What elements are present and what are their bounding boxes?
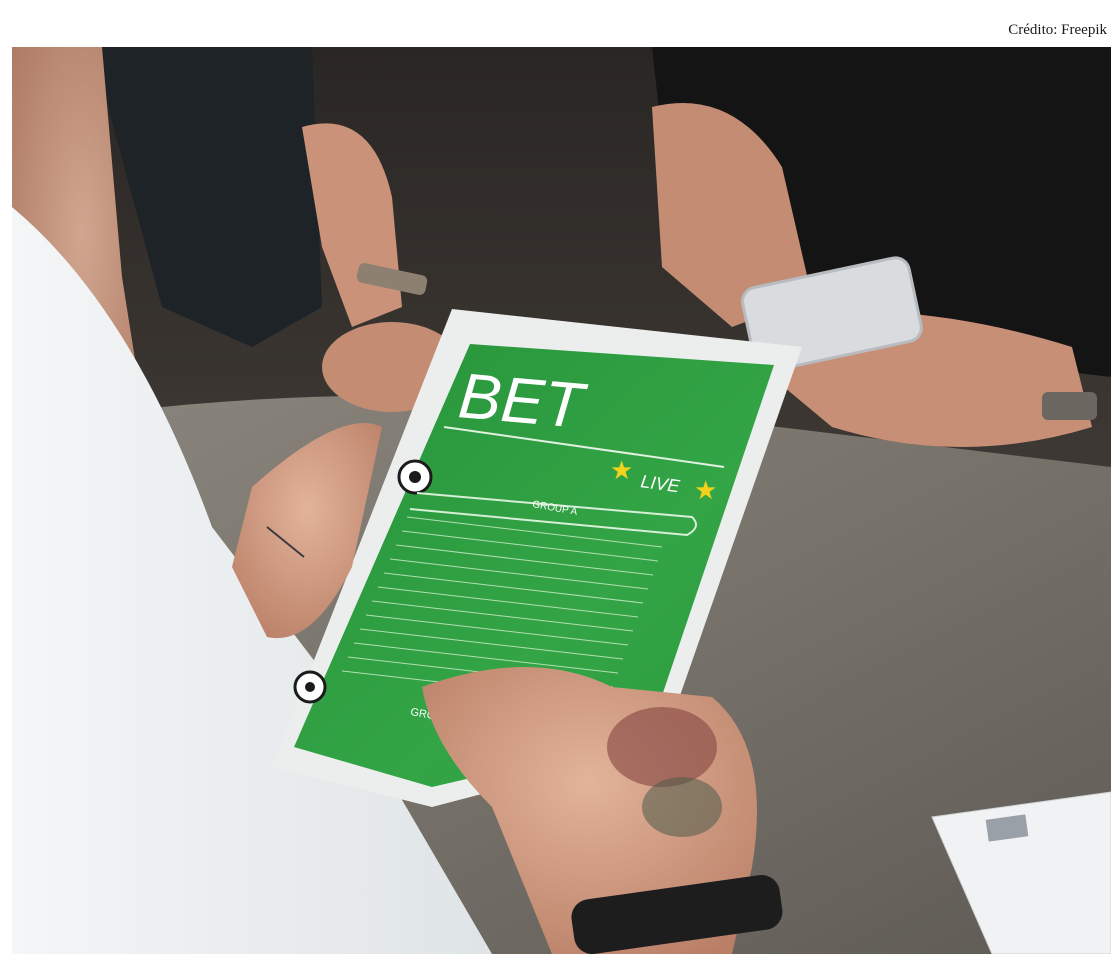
bet-title: BET	[456, 359, 590, 442]
soccer-ball-icon-2-center	[305, 682, 315, 692]
soccer-ball-icon-center	[409, 471, 421, 483]
photo-credit: Crédito: Freepik	[1008, 22, 1107, 38]
hand-tattoo-leaves	[642, 777, 722, 837]
star-icon-right: ★	[694, 475, 717, 505]
watch	[1042, 392, 1097, 420]
hand-tattoo-rose	[607, 707, 717, 787]
star-icon-left: ★	[610, 455, 633, 485]
stock-photo: BET ★ LIVE ★ GROUP A GRO	[12, 47, 1111, 954]
